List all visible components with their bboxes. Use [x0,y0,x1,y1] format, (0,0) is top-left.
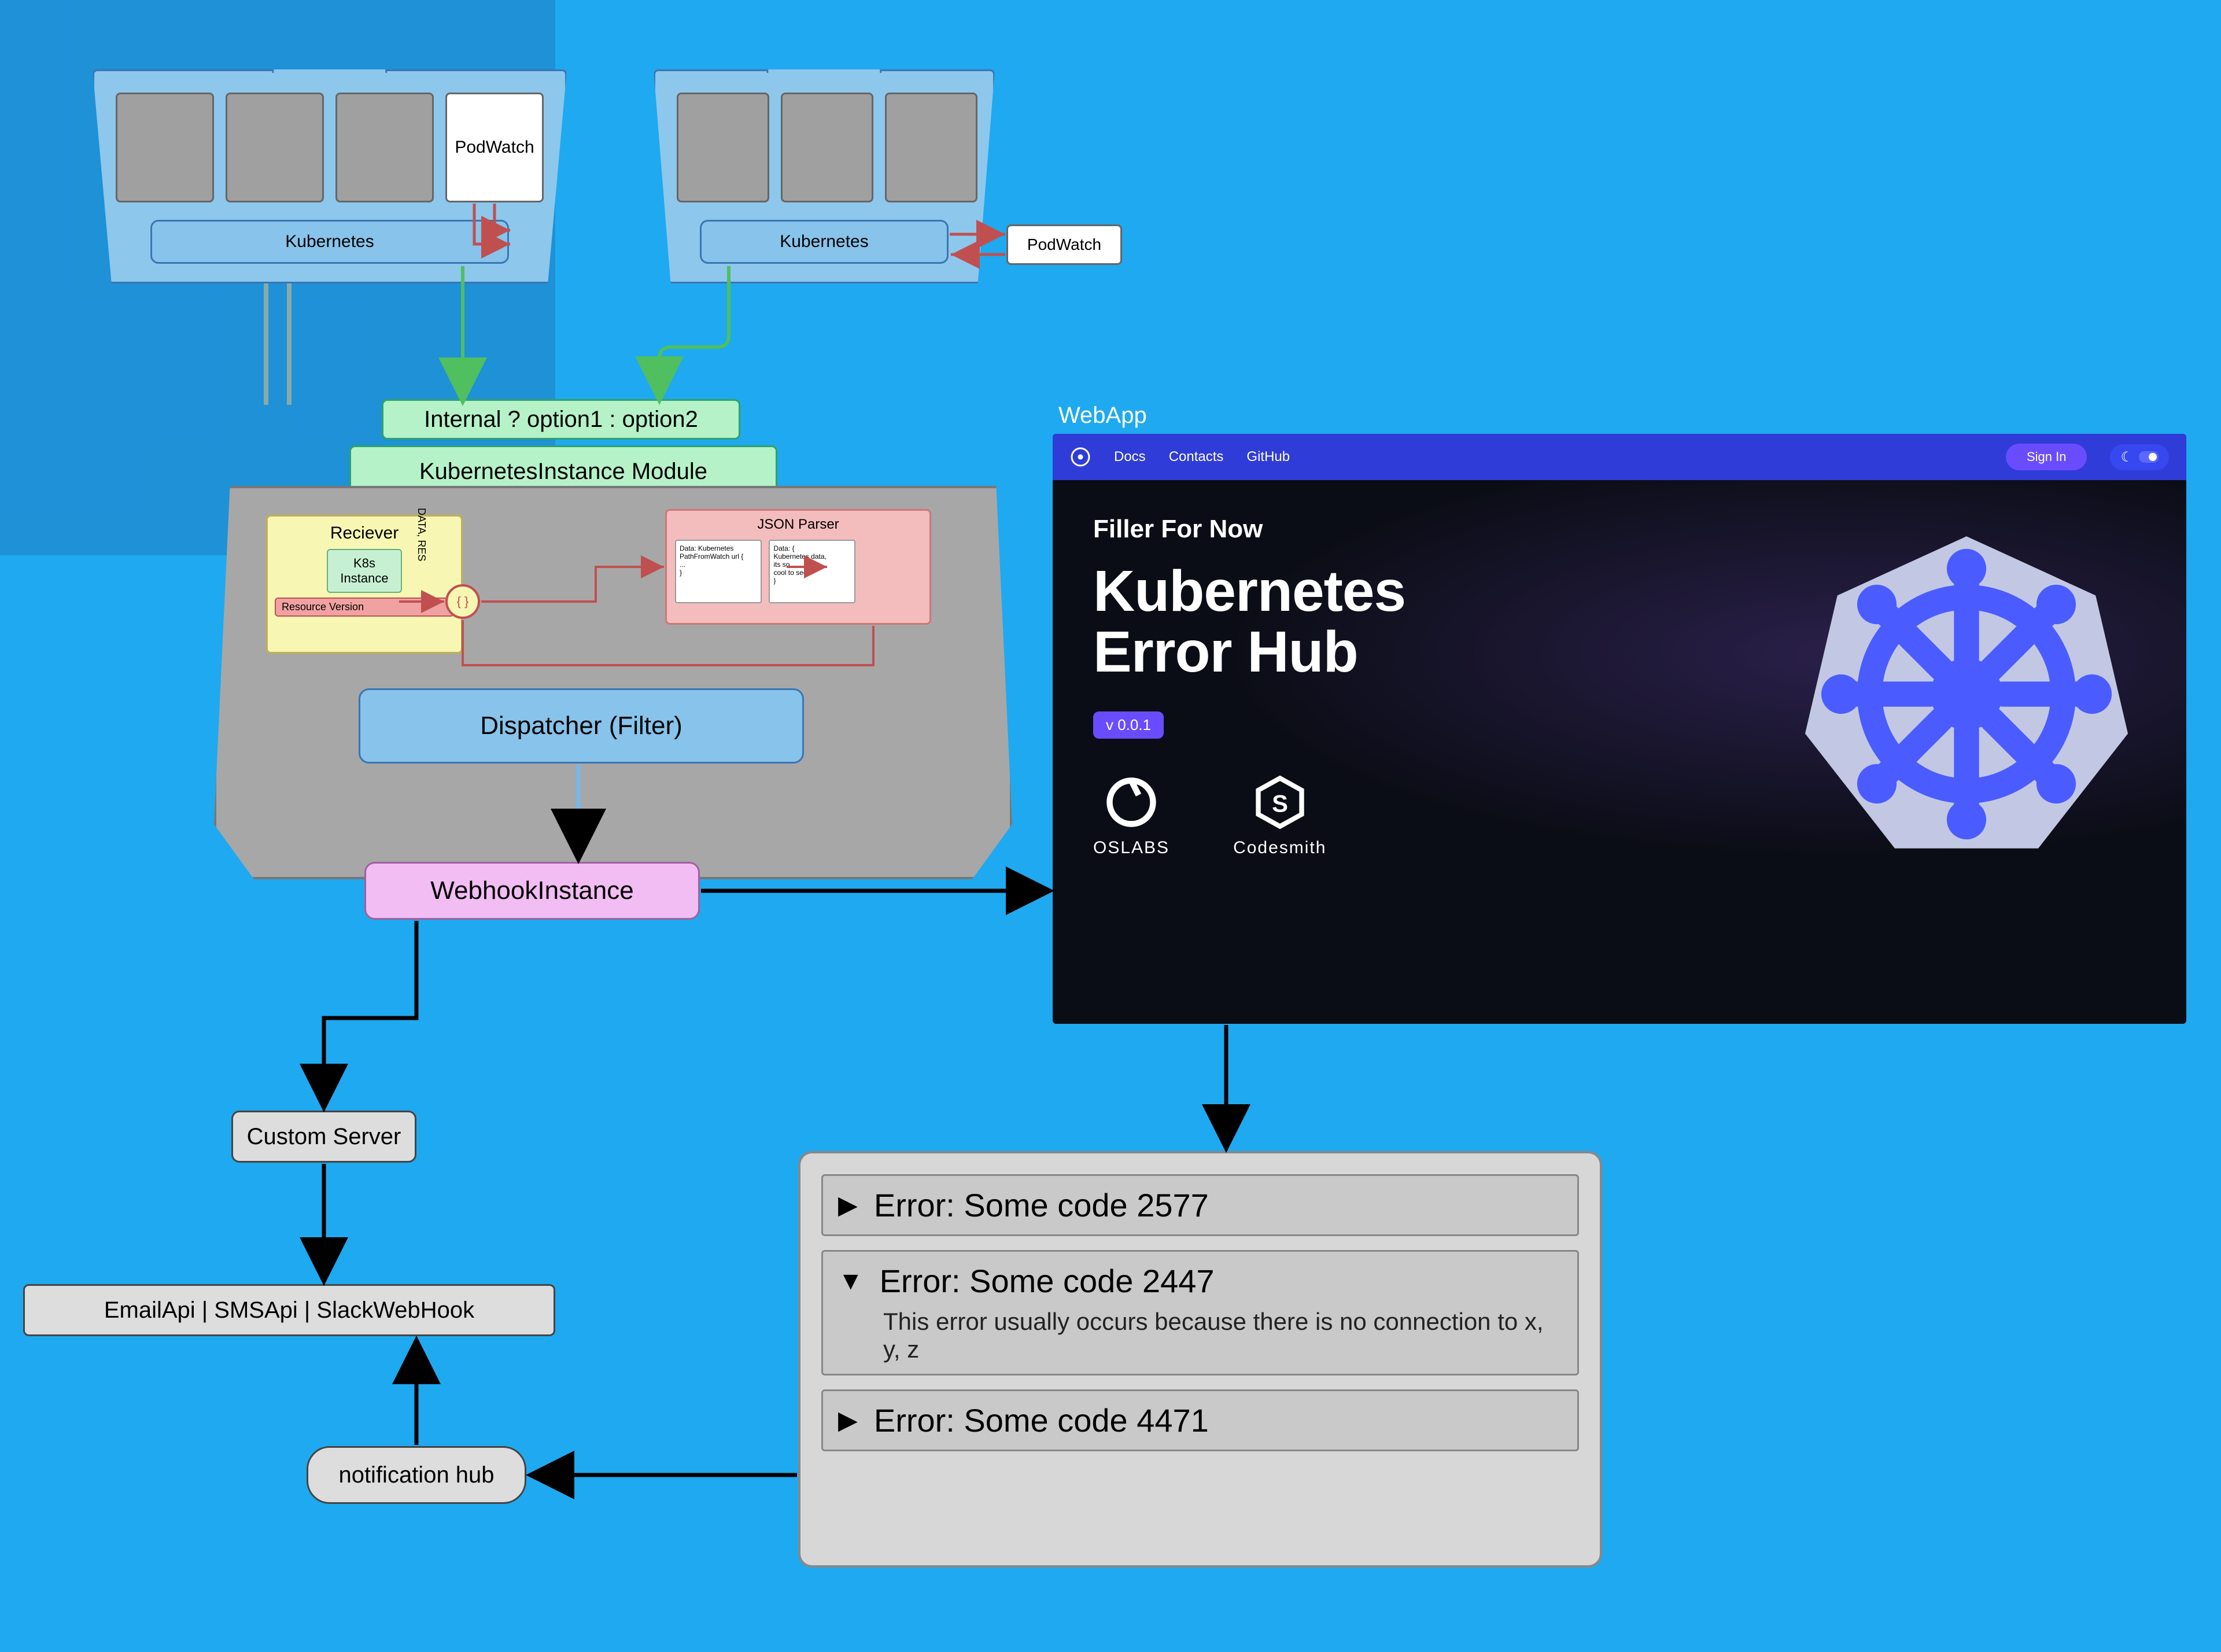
oslabs-icon [1102,773,1160,831]
version-badge: v 0.0.1 [1093,711,1164,739]
nav-link[interactable]: Docs [1114,449,1146,465]
theme-toggle[interactable]: ☾ [2110,444,2169,470]
error-item[interactable]: ▶ Error: Some code 2577 [821,1174,1579,1236]
expand-icon[interactable]: ▶ [838,1406,858,1435]
dispatcher-box: Dispatcher (Filter) [359,688,804,764]
nav-link[interactable]: Contacts [1169,449,1224,465]
oslabs-label: OSLABS [1093,838,1169,858]
error-item[interactable]: ▼ Error: Some code 2447 This error usuall… [821,1250,1579,1376]
webapp-title-line1: Kubernetes [1093,561,1753,622]
podwatch-box: PodWatch [445,93,544,202]
error-body: This error usually occurs because there … [883,1308,1562,1363]
sign-in-button[interactable]: Sign In [2006,444,2087,470]
kubernetes-bar-2: Kubernetes [700,220,949,264]
webapp-logo-icon [1070,447,1091,467]
codesmith-label: Codesmith [1233,838,1326,858]
codesmith-logo: S Codesmith [1233,773,1326,858]
kubernetes-logo-icon [1787,515,2146,873]
option2-title: Option 2 [766,47,881,73]
pod-box [116,93,214,202]
filler-text: Filler For Now [1093,515,1753,544]
json-sample-1: Data: Kubernetes PathFromWatch url { ...… [675,540,762,603]
resource-version-tag: Resource Version [275,598,454,617]
podwatch-external: PodWatch [1006,224,1122,265]
error-title: Error: Some code 2447 [880,1262,1215,1300]
custom-server-box: Custom Server [231,1111,416,1163]
json-braces-icon: { } [445,584,480,619]
error-title: Error: Some code 4471 [874,1402,1209,1439]
svg-text:S: S [1272,790,1288,817]
data-res-label: DATA, RES [415,508,427,561]
json-parser-box: JSON Parser Data: Kubernetes PathFromWat… [665,509,931,625]
receiver-box: Reciever K8s Instance Resource Version [266,515,463,654]
webapp-nav: Docs Contacts GitHub Sign In ☾ [1053,434,2186,480]
notification-hub-box: notification hub [307,1446,526,1504]
pod-box [677,93,769,202]
apis-box: EmailApi | SMSApi | SlackWebHook [23,1284,555,1336]
codesmith-icon: S [1251,773,1309,831]
webhook-instance-box: WebhookInstance [364,862,700,920]
error-title: Error: Some code 2577 [874,1186,1209,1224]
pod-box [226,93,324,202]
moon-icon: ☾ [2120,449,2133,466]
webapp-title-line2: Error Hub [1093,622,1753,683]
k8s-instance-inner: K8s Instance [327,549,402,593]
expand-icon[interactable]: ▶ [838,1190,858,1220]
kubernetes-bar-1: Kubernetes [150,220,509,264]
toggle-switch-icon [2139,451,2159,463]
webapp-label: WebApp [1058,403,1147,429]
pod-box [885,93,977,202]
collapse-icon[interactable]: ▼ [838,1267,864,1296]
pod-box [335,93,434,202]
json-parser-title: JSON Parser [673,517,924,533]
oslabs-logo: OSLABS [1093,773,1169,858]
ternary-box: Internal ? option1 : option2 [382,399,740,440]
pod-box [781,93,873,202]
json-sample-2: Data: { Kubernetes data, its so, cool to… [769,540,855,603]
error-item[interactable]: ▶ Error: Some code 4471 [821,1389,1579,1451]
error-panel: ▶ Error: Some code 2577 ▼ Error: Some code… [798,1151,1602,1568]
nav-link[interactable]: GitHub [1246,449,1290,465]
webapp-window: Docs Contacts GitHub Sign In ☾ Filler Fo… [1053,434,2186,1024]
